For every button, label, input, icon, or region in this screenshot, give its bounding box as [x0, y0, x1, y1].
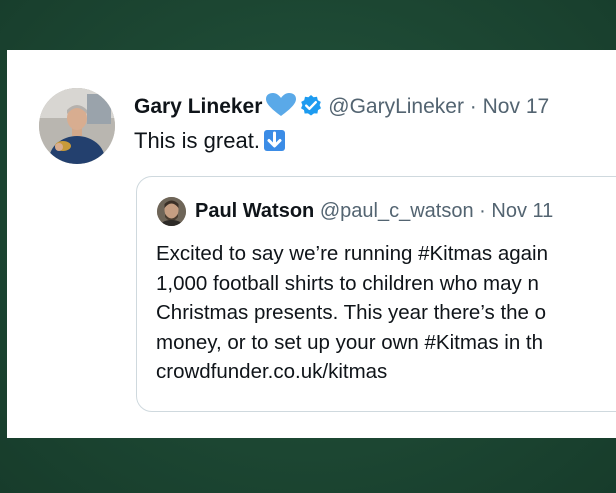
author-avatar[interactable]: [39, 88, 115, 164]
quoted-text-line: money, or to set up your own #Kitmas in …: [156, 330, 544, 354]
tweet-body: This is great.: [134, 128, 260, 153]
quoted-text-line: Christmas presents. This year there’s th…: [156, 301, 547, 324]
quoted-tweet[interactable]: Paul Watson @paul_c_watson · Nov 11 Exci…: [136, 176, 616, 412]
quoted-link[interactable]: crowdfunder.co.uk/kitmas: [156, 357, 548, 387]
verified-badge-icon: [300, 95, 322, 124]
quoted-tweet-body: Excited to say we’re running #Kitmas aga…: [156, 239, 548, 387]
quoted-tweet-date[interactable]: Nov 11: [491, 200, 553, 222]
tweet-text: This is great.: [134, 128, 285, 154]
author-handle[interactable]: @GaryLineker: [328, 95, 464, 118]
tweet-date[interactable]: Nov 17: [483, 95, 550, 118]
tweet-header: Gary Lineker @GaryLineker · Nov 17: [134, 93, 549, 124]
quoted-author-name[interactable]: Paul Watson: [195, 200, 314, 222]
quoted-author-avatar[interactable]: [157, 197, 186, 226]
quoted-header-separator: ·: [479, 200, 486, 222]
down-arrow-emoji-icon: [263, 130, 285, 151]
quoted-author-avatar-image: [157, 197, 186, 226]
blue-heart-icon: [266, 93, 297, 124]
action-bar-cutoff: [142, 434, 612, 438]
quoted-text-line: 1,000 football shirts to children who ma…: [156, 271, 539, 295]
author-avatar-image: [39, 88, 115, 164]
background-frame: Gary Lineker @GaryLineker · Nov 17 This …: [0, 0, 616, 493]
quoted-author-handle[interactable]: @paul_c_watson: [320, 200, 474, 222]
author-name[interactable]: Gary Lineker: [134, 95, 262, 118]
quoted-text-line: Excited to say we’re running #Kitmas aga…: [156, 242, 548, 265]
quoted-tweet-header: Paul Watson @paul_c_watson · Nov 11: [195, 199, 553, 223]
tweet-card[interactable]: Gary Lineker @GaryLineker · Nov 17 This …: [7, 50, 616, 438]
header-separator: ·: [469, 95, 477, 118]
